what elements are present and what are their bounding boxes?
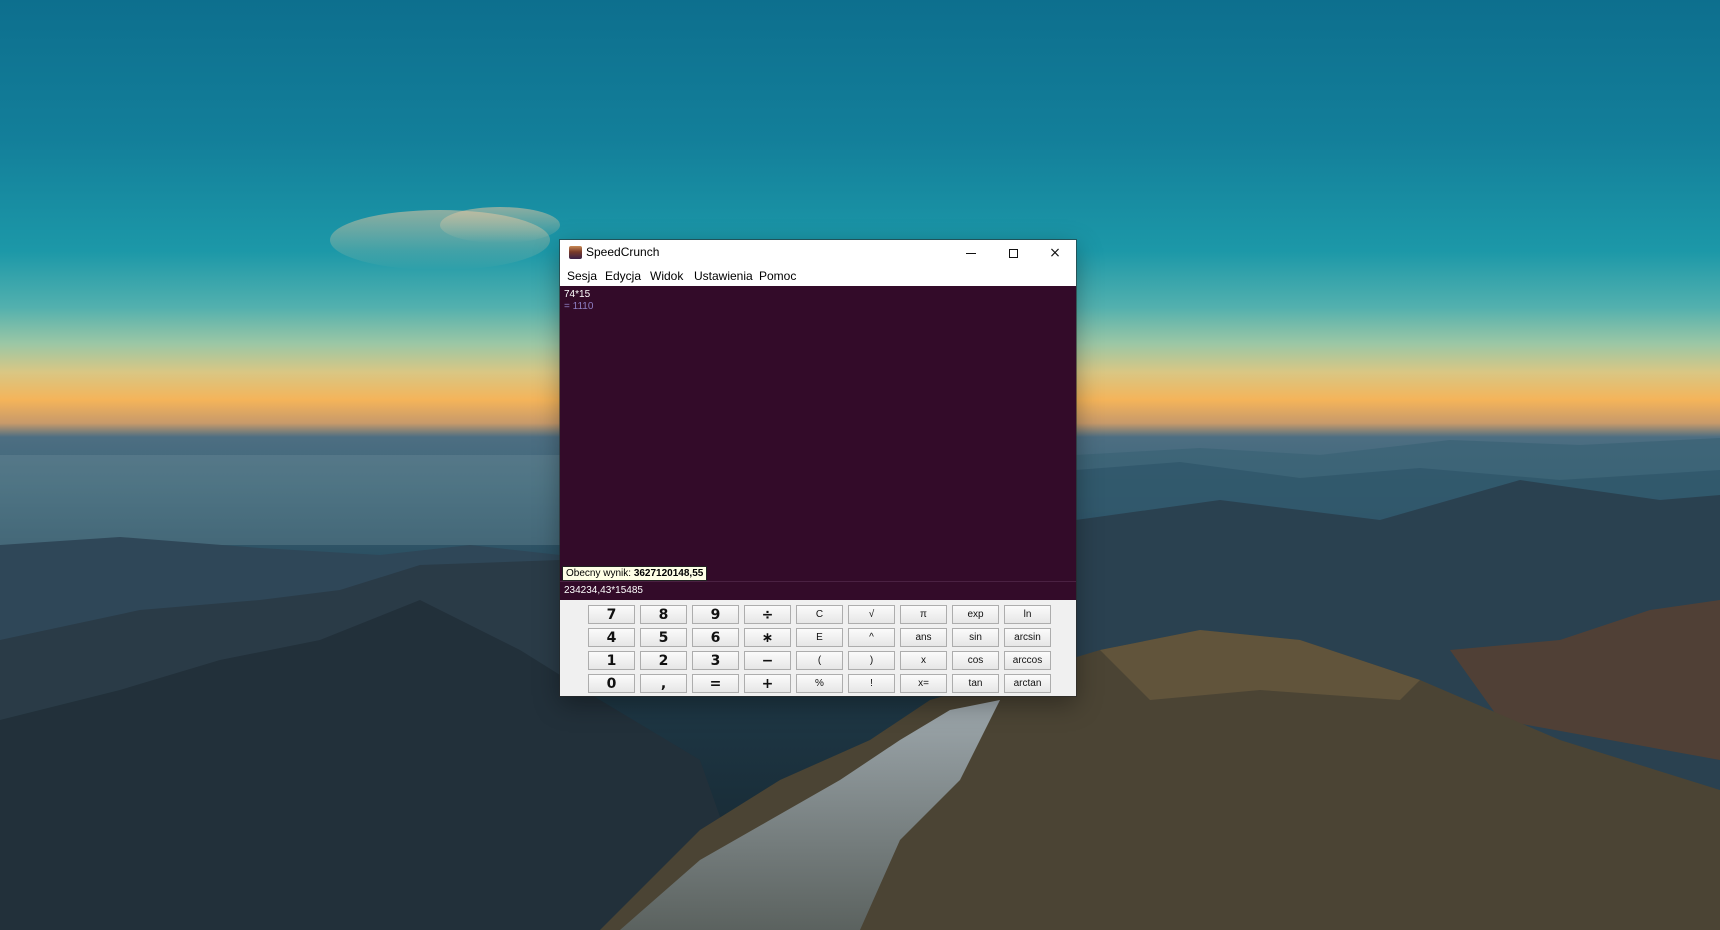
menu-bar: Sesja Edycja Widok Ustawienia Pomoc <box>560 266 1076 286</box>
key-sqrt-button[interactable]: √ <box>848 605 895 624</box>
key-5-button[interactable]: 5 <box>640 628 687 647</box>
minimize-button[interactable] <box>950 240 992 266</box>
keypad: 7 8 9 ÷ C √ π exp ln 4 5 6 ∗ E ^ ans sin arcsin 1 2 3−() x cos… <box>560 600 1076 696</box>
key-arccos-button[interactable]: arccos <box>1004 651 1051 670</box>
key-4-button[interactable]: 4 <box>588 628 635 647</box>
menu-edycja[interactable]: Edycja <box>605 269 641 283</box>
key-multiply-button[interactable]: ∗ <box>744 628 791 647</box>
key-factorial-button[interactable]: ! <box>848 674 895 693</box>
key-1-button[interactable]: 1 <box>588 651 635 670</box>
key-x-button[interactable]: x <box>900 651 947 670</box>
current-result-badge: Obecny wynik: 3627120148,55 <box>562 566 708 581</box>
key-9-button[interactable]: 9 <box>692 605 739 624</box>
key-exp-button[interactable]: exp <box>952 605 999 624</box>
key-clear-button[interactable]: C <box>796 605 843 624</box>
key-ln-button[interactable]: ln <box>1004 605 1051 624</box>
key-close-paren-button[interactable]: ) <box>848 651 895 670</box>
close-button[interactable]: × <box>1034 240 1076 266</box>
key-arcsin-button[interactable]: arcsin <box>1004 628 1051 647</box>
result-display[interactable]: 74*15 = 1110 Obecny wynik: 3627120148,55 <box>560 286 1076 581</box>
cloud <box>440 207 560 243</box>
current-result-label: Obecny wynik: <box>566 568 632 579</box>
window-title: SpeedCrunch <box>586 245 660 259</box>
maximize-icon <box>1008 248 1018 258</box>
expression-input-text: 234234,43*15485 <box>564 585 643 596</box>
history-result: = 1110 <box>564 301 594 312</box>
key-3-button[interactable]: 3 <box>692 651 739 670</box>
key-equals-button[interactable]: = <box>692 674 739 693</box>
speedcrunch-window: SpeedCrunch × Sesja Edycja Widok Ustawie… <box>560 240 1076 696</box>
current-result-value: 3627120148,55 <box>633 568 704 579</box>
key-plus-button[interactable]: + <box>744 674 791 693</box>
key-2-button[interactable]: 2 <box>640 651 687 670</box>
key-7-button[interactable]: 7 <box>588 605 635 624</box>
key-6-button[interactable]: 6 <box>692 628 739 647</box>
menu-widok[interactable]: Widok <box>650 269 683 283</box>
key-exponent-button[interactable]: E <box>796 628 843 647</box>
key-8-button[interactable]: 8 <box>640 605 687 624</box>
speedcrunch-app-icon <box>569 246 582 259</box>
key-power-button[interactable]: ^ <box>848 628 895 647</box>
maximize-button[interactable] <box>992 240 1034 266</box>
key-sin-button[interactable]: sin <box>952 628 999 647</box>
close-icon: × <box>1049 245 1061 261</box>
expression-editor[interactable]: 234234,43*15485 <box>560 581 1076 600</box>
key-cos-button[interactable]: cos <box>952 651 999 670</box>
key-assign-x-button[interactable]: x= <box>900 674 947 693</box>
key-decimal-button[interactable]: , <box>640 674 687 693</box>
key-open-paren-button[interactable]: ( <box>796 651 843 670</box>
menu-pomoc[interactable]: Pomoc <box>759 269 796 283</box>
key-divide-button[interactable]: ÷ <box>744 605 791 624</box>
key-pi-button[interactable]: π <box>900 605 947 624</box>
sea <box>0 455 560 545</box>
key-minus-button[interactable]: − <box>744 651 791 670</box>
key-percent-button[interactable]: % <box>796 674 843 693</box>
desktop-wallpaper: SpeedCrunch × Sesja Edycja Widok Ustawie… <box>0 0 1720 930</box>
menu-ustawienia[interactable]: Ustawienia <box>694 269 753 283</box>
history-expression: 74*15 <box>564 289 591 300</box>
title-bar[interactable]: SpeedCrunch × <box>560 240 1076 266</box>
menu-sesja[interactable]: Sesja <box>567 269 597 283</box>
minimize-icon <box>966 252 976 254</box>
key-tan-button[interactable]: tan <box>952 674 999 693</box>
key-0-button[interactable]: 0 <box>588 674 635 693</box>
key-ans-button[interactable]: ans <box>900 628 947 647</box>
key-arctan-button[interactable]: arctan <box>1004 674 1051 693</box>
